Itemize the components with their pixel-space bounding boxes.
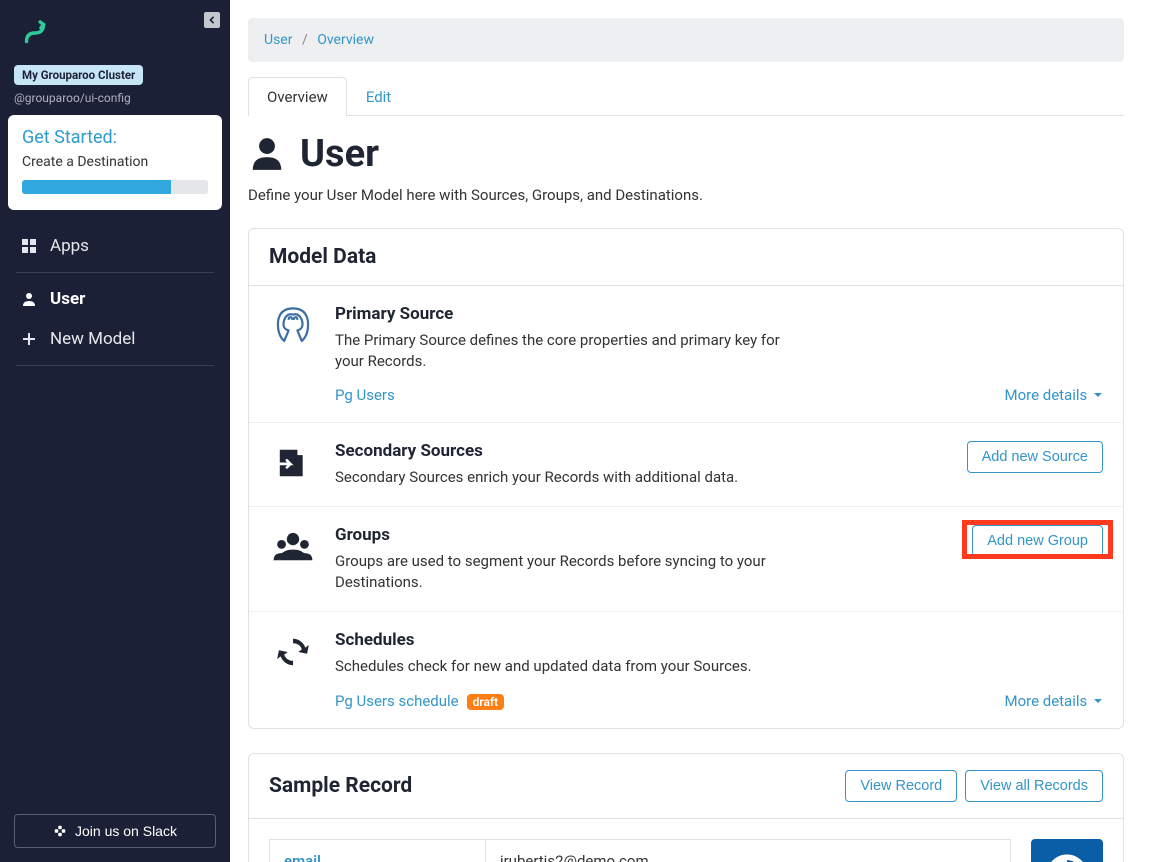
- primary-source-row: Primary Source The Primary Source define…: [249, 286, 1123, 423]
- sidebar-item-label: User: [50, 289, 85, 309]
- table-row: email jrubertis2@demo.com: [269, 839, 1011, 862]
- slack-icon: [53, 824, 67, 838]
- join-slack-button[interactable]: Join us on Slack: [14, 814, 216, 848]
- add-new-group-button[interactable]: Add new Group: [972, 525, 1103, 557]
- secondary-sources-desc: Secondary Sources enrich your Records wi…: [335, 467, 795, 488]
- groups-title: Groups: [335, 525, 954, 545]
- breadcrumb: User / Overview: [248, 18, 1124, 62]
- view-all-records-button[interactable]: View all Records: [965, 770, 1103, 802]
- user-icon: [248, 135, 286, 173]
- cluster-sub: @grouparoo/ui-config: [14, 91, 216, 105]
- add-new-source-button[interactable]: Add new Source: [967, 441, 1103, 473]
- schedules-desc: Schedules check for new and updated data…: [335, 656, 795, 677]
- sample-record-table: email jrubertis2@demo.com: [269, 839, 1011, 862]
- breadcrumb-sep: /: [302, 32, 308, 48]
- pg-users-link[interactable]: Pg Users: [335, 386, 395, 404]
- page-title: User: [300, 132, 379, 176]
- schedules-title: Schedules: [335, 630, 1103, 650]
- tabs: Overview Edit: [248, 76, 1124, 116]
- page-header: User: [248, 132, 1124, 176]
- schedules-row: Schedules Schedules check for new and up…: [249, 612, 1123, 728]
- users-group-icon: [269, 525, 317, 593]
- record-key-email[interactable]: email: [270, 840, 486, 862]
- sync-icon: [269, 630, 317, 710]
- logo: [18, 16, 216, 54]
- destination-logo: [1031, 839, 1103, 862]
- breadcrumb-user[interactable]: User: [264, 32, 292, 48]
- schedules-more-details[interactable]: More details: [1004, 692, 1103, 710]
- caret-down-icon: [1093, 390, 1103, 400]
- pg-users-schedule-link[interactable]: Pg Users schedule: [335, 692, 459, 710]
- get-started-title: Get Started:: [22, 127, 208, 148]
- grid-icon: [20, 238, 38, 254]
- breadcrumb-overview[interactable]: Overview: [317, 32, 374, 48]
- primary-source-desc: The Primary Source defines the core prop…: [335, 330, 795, 372]
- secondary-sources-title: Secondary Sources: [335, 441, 949, 461]
- slack-btn-label: Join us on Slack: [75, 823, 177, 839]
- sample-record-card: Sample Record View Record View all Recor…: [248, 753, 1124, 862]
- progress-fill: [22, 180, 171, 194]
- sidebar-item-new-model[interactable]: New Model: [16, 319, 214, 359]
- user-icon: [20, 291, 38, 307]
- model-data-card: Model Data Primary Source The Primary So…: [248, 228, 1124, 729]
- primary-source-title: Primary Source: [335, 304, 1103, 324]
- view-record-button[interactable]: View Record: [845, 770, 957, 802]
- groups-desc: Groups are used to segment your Records …: [335, 551, 795, 593]
- primary-source-more-details[interactable]: More details: [1004, 386, 1103, 404]
- sidebar: My Grouparoo Cluster @grouparoo/ui-confi…: [0, 0, 230, 862]
- sidebar-item-apps[interactable]: Apps: [16, 226, 214, 266]
- tab-overview[interactable]: Overview: [248, 77, 347, 116]
- main-content: User / Overview Overview Edit User Defin…: [230, 0, 1154, 862]
- draft-badge: draft: [467, 694, 505, 710]
- import-icon: [269, 441, 317, 488]
- caret-down-icon: [1093, 696, 1103, 706]
- cluster-badge[interactable]: My Grouparoo Cluster: [14, 65, 143, 85]
- postgres-icon: [269, 304, 317, 404]
- get-started-subtitle: Create a Destination: [22, 154, 208, 170]
- model-data-header: Model Data: [269, 245, 1103, 269]
- collapse-sidebar-button[interactable]: [204, 12, 220, 28]
- plus-icon: [20, 331, 38, 347]
- get-started-card[interactable]: Get Started: Create a Destination: [8, 115, 222, 210]
- sample-record-header: Sample Record: [269, 774, 412, 798]
- progress-bar: [22, 180, 208, 194]
- page-description: Define your User Model here with Sources…: [248, 186, 1124, 204]
- record-value-email: jrubertis2@demo.com: [486, 840, 1010, 862]
- sidebar-item-label: Apps: [50, 236, 89, 256]
- sidebar-item-user[interactable]: User: [16, 279, 214, 319]
- secondary-sources-row: Secondary Sources Secondary Sources enri…: [249, 423, 1123, 507]
- groups-row: Groups Groups are used to segment your R…: [249, 507, 1123, 612]
- tab-edit[interactable]: Edit: [347, 77, 410, 116]
- sidebar-item-label: New Model: [50, 329, 135, 349]
